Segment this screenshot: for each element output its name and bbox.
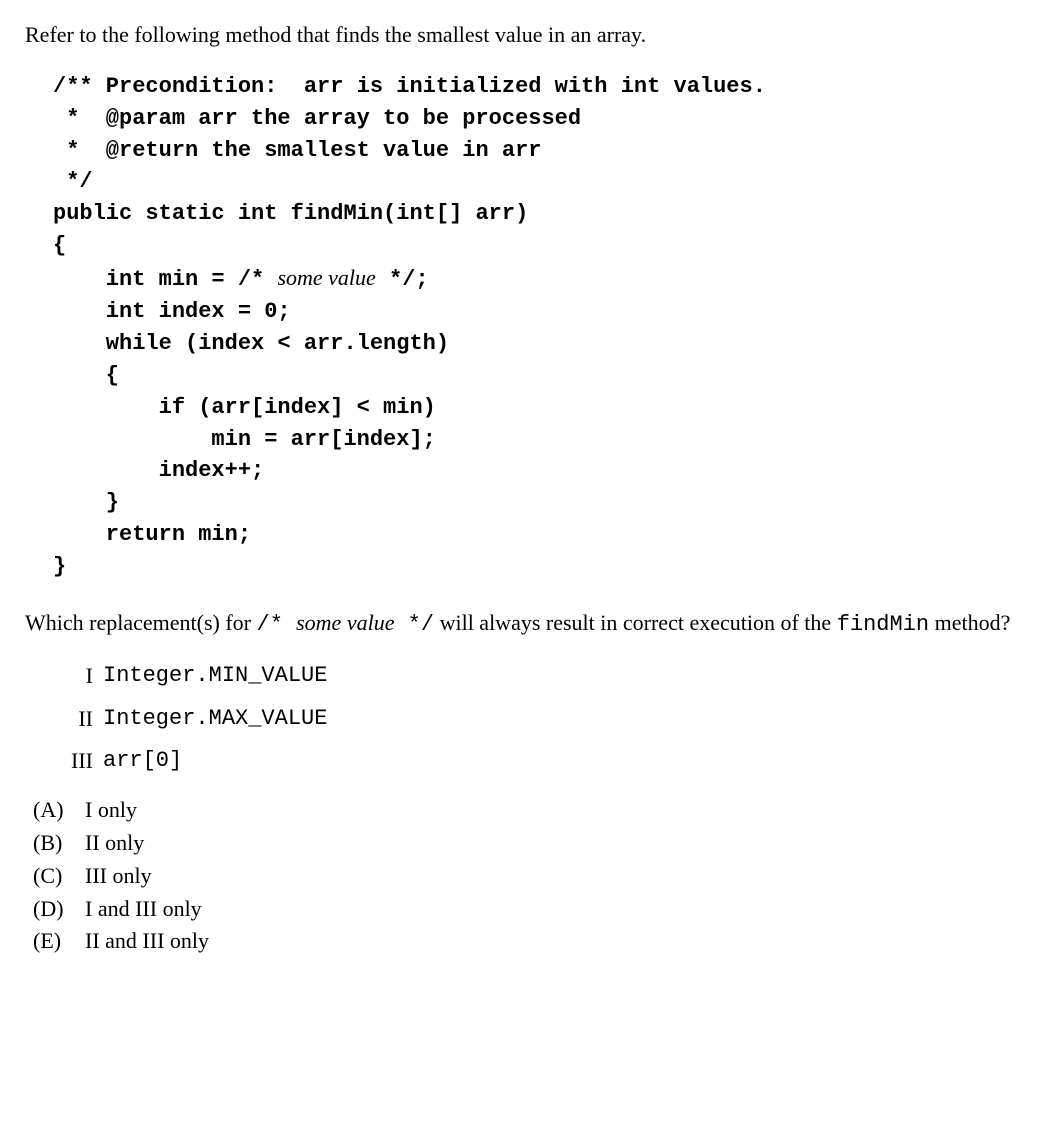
code-line: * @param arr the array to be processed — [53, 106, 581, 131]
roman-item-iii: III arr[0] — [47, 746, 1020, 777]
roman-content: Integer.MAX_VALUE — [103, 704, 327, 735]
code-line: } — [53, 490, 119, 515]
code-line: { — [53, 233, 66, 258]
answer-label: (B) — [33, 828, 85, 859]
answer-label: (D) — [33, 894, 85, 925]
answer-content: I and III only — [85, 894, 202, 925]
code-line: /** Precondition: arr is initialized wit… — [53, 74, 766, 99]
roman-label: III — [47, 746, 103, 777]
answer-label: (E) — [33, 926, 85, 957]
code-line: } — [53, 554, 66, 579]
answer-content: III only — [85, 861, 152, 892]
answer-d: (D) I and III only — [33, 894, 1020, 925]
question-part: tion of the — [741, 610, 837, 635]
code-line: public static int findMin(int[] arr) — [53, 201, 528, 226]
question-code: /* — [257, 612, 297, 637]
answer-content: II only — [85, 828, 144, 859]
intro-text: Refer to the following method that finds… — [25, 20, 1020, 51]
code-line-part: int min = /* — [53, 267, 277, 292]
question-part: will always result in correct execu — [434, 610, 741, 635]
question-text: Which replacement(s) for /* some value *… — [25, 608, 1020, 641]
code-line: return min; — [53, 522, 251, 547]
roman-content: arr[0] — [103, 746, 182, 777]
roman-list: I Integer.MIN_VALUE II Integer.MAX_VALUE… — [47, 661, 1020, 777]
answer-c: (C) III only — [33, 861, 1020, 892]
code-line: */ — [53, 169, 93, 194]
roman-content: Integer.MIN_VALUE — [103, 661, 327, 692]
code-line: while (index < arr.length) — [53, 331, 449, 356]
question-code: findMin — [837, 612, 929, 637]
answer-b: (B) II only — [33, 828, 1020, 859]
code-line: { — [53, 363, 119, 388]
code-block: /** Precondition: arr is initialized wit… — [53, 71, 1020, 583]
code-line: min = arr[index]; — [53, 427, 436, 452]
answer-content: II and III only — [85, 926, 209, 957]
answer-label: (A) — [33, 795, 85, 826]
code-line: * @return the smallest value in arr — [53, 138, 541, 163]
answer-list: (A) I only (B) II only (C) III only (D) … — [33, 795, 1020, 957]
roman-item-ii: II Integer.MAX_VALUE — [47, 704, 1020, 735]
answer-content: I only — [85, 795, 137, 826]
code-line: index++; — [53, 458, 264, 483]
code-line: int index = 0; — [53, 299, 291, 324]
code-line-part: */; — [376, 267, 429, 292]
question-code: */ — [394, 612, 434, 637]
answer-e: (E) II and III only — [33, 926, 1020, 957]
question-part: method? — [929, 610, 1010, 635]
roman-label: I — [47, 661, 103, 692]
code-line: if (arr[index] < min) — [53, 395, 436, 420]
answer-a: (A) I only — [33, 795, 1020, 826]
roman-item-i: I Integer.MIN_VALUE — [47, 661, 1020, 692]
roman-label: II — [47, 704, 103, 735]
code-italic: some value — [277, 265, 375, 290]
question-italic: some value — [296, 610, 394, 635]
question-part: Which replacement(s) for — [25, 610, 257, 635]
answer-label: (C) — [33, 861, 85, 892]
